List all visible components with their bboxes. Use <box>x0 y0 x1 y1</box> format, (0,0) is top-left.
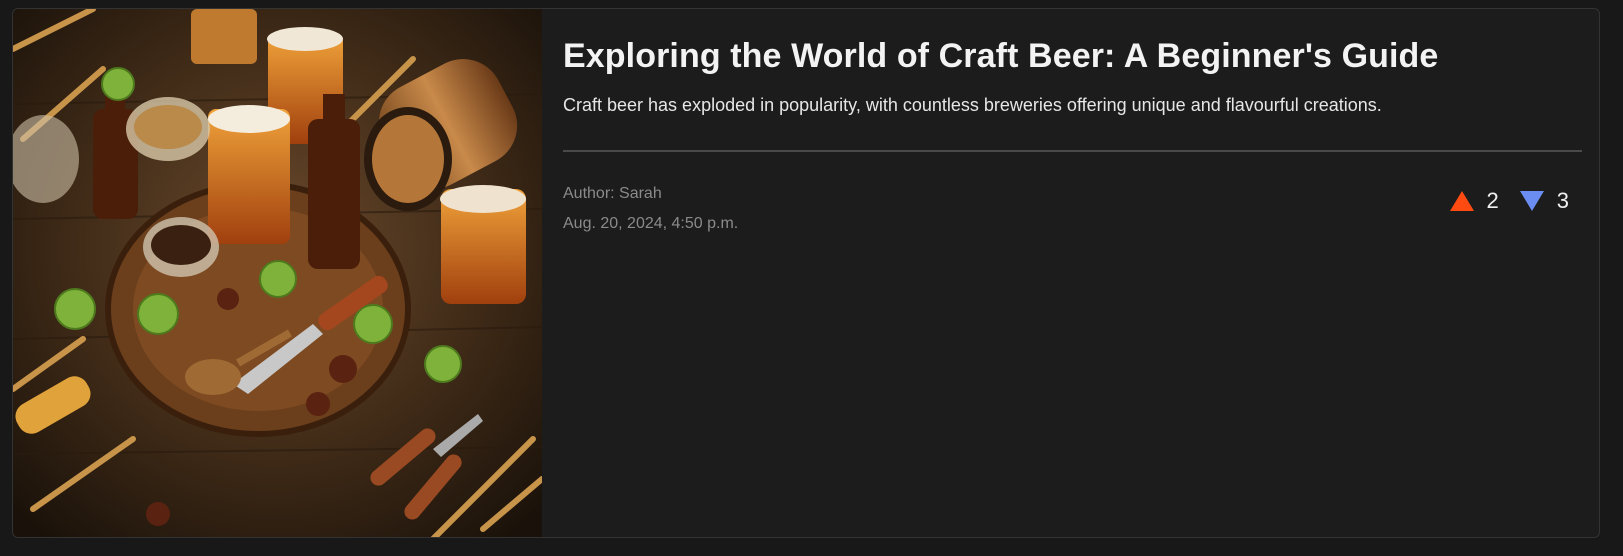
upvote-button[interactable] <box>1449 188 1475 214</box>
downvote-count: 3 <box>1556 188 1569 213</box>
vote-controls: 2 3 <box>1449 187 1569 215</box>
post-date: Aug. 20, 2024, 4:50 p.m. <box>563 215 739 232</box>
post-content: Exploring the World of Craft Beer: A Beg… <box>563 9 1582 537</box>
post-author: Author: Sarah <box>563 185 662 202</box>
post-title[interactable]: Exploring the World of Craft Beer: A Beg… <box>563 37 1438 76</box>
triangle-up-icon <box>1449 191 1474 211</box>
upvote-count: 2 <box>1486 188 1499 213</box>
triangle-down-icon <box>1519 191 1544 211</box>
divider <box>563 150 1582 152</box>
post-summary: Craft beer has exploded in popularity, w… <box>563 95 1382 115</box>
post-thumbnail[interactable] <box>13 9 542 537</box>
downvote-button[interactable] <box>1519 188 1545 214</box>
post-card[interactable]: Exploring the World of Craft Beer: A Beg… <box>12 8 1600 538</box>
craft-beer-illustration <box>13 9 542 537</box>
post-meta: Author: Sarah Aug. 20, 2024, 4:50 p.m. <box>563 179 738 239</box>
